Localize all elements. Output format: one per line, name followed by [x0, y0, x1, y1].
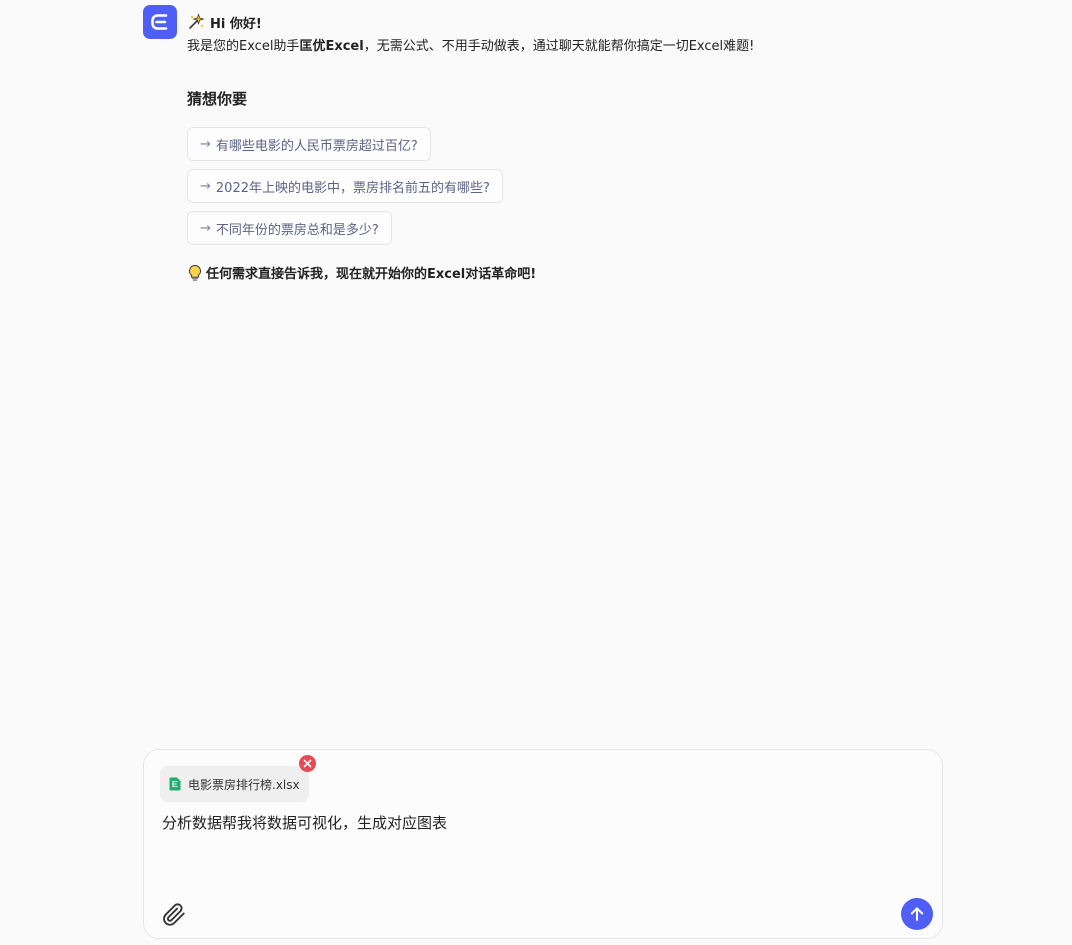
sparkle-icon	[187, 13, 205, 31]
tip-text: 任何需求直接告诉我，现在就开始你的Excel对话革命吧!	[206, 267, 537, 282]
suggestion-button[interactable]: → 2022年上映的电影中，票房排名前五的有哪些?	[187, 169, 503, 203]
suggestion-list: → 有哪些电影的人民币票房超过百亿? → 2022年上映的电影中，票房排名前五的…	[187, 127, 987, 245]
suggestion-label: 不同年份的票房总和是多少?	[215, 222, 379, 238]
greeting-line: Hi 你好!	[187, 12, 987, 32]
arrow-right-icon: →	[200, 178, 211, 194]
assistant-avatar-icon	[143, 5, 177, 39]
arrow-up-icon	[910, 907, 924, 921]
intro-brand-name: 匡优Excel	[299, 39, 364, 54]
intro-suffix: ，无需公式、不用手动做表，通过聊天就能帮你搞定一切Excel难题!	[363, 39, 755, 54]
greeting-text: Hi 你好!	[210, 16, 262, 32]
arrow-right-icon: →	[200, 136, 211, 152]
send-button[interactable]	[901, 898, 933, 930]
attachment-chip[interactable]: 电影票房排行榜.xlsx	[160, 766, 309, 802]
guess-title: 猜想你要	[187, 90, 248, 108]
suggestion-label: 有哪些电影的人民币票房超过百亿?	[215, 138, 418, 154]
tip-line: 任何需求直接告诉我，现在就开始你的Excel对话革命吧!	[187, 263, 987, 282]
intro-prefix: 我是您的Excel助手	[187, 39, 300, 54]
close-icon	[303, 759, 312, 768]
intro-text: 我是您的Excel助手匡优Excel，无需公式、不用手动做表，通过聊天就能帮你搞…	[187, 38, 987, 56]
arrow-right-icon: →	[200, 220, 211, 236]
paperclip-icon	[163, 903, 185, 926]
message-input[interactable]: 分析数据帮我将数据可视化，生成对应图表	[162, 813, 922, 833]
excel-file-icon	[169, 777, 181, 791]
lightbulb-icon	[187, 264, 203, 282]
remove-attachment-button[interactable]	[299, 755, 316, 772]
attachment-filename: 电影票房排行榜.xlsx	[188, 777, 300, 792]
suggestion-label: 2022年上映的电影中，票房排名前五的有哪些?	[215, 180, 490, 196]
chat-page: Hi 你好! 我是您的Excel助手匡优Excel，无需公式、不用手动做表，通过…	[0, 0, 1072, 945]
assistant-message: Hi 你好! 我是您的Excel助手匡优Excel，无需公式、不用手动做表，通过…	[187, 12, 987, 282]
suggestion-button[interactable]: → 不同年份的票房总和是多少?	[187, 211, 392, 245]
attach-file-button[interactable]	[160, 900, 188, 928]
suggestion-button[interactable]: → 有哪些电影的人民币票房超过百亿?	[187, 127, 431, 161]
message-composer[interactable]: 电影票房排行榜.xlsx 分析数据帮我将数据可视化，生成对应图表	[143, 749, 943, 939]
